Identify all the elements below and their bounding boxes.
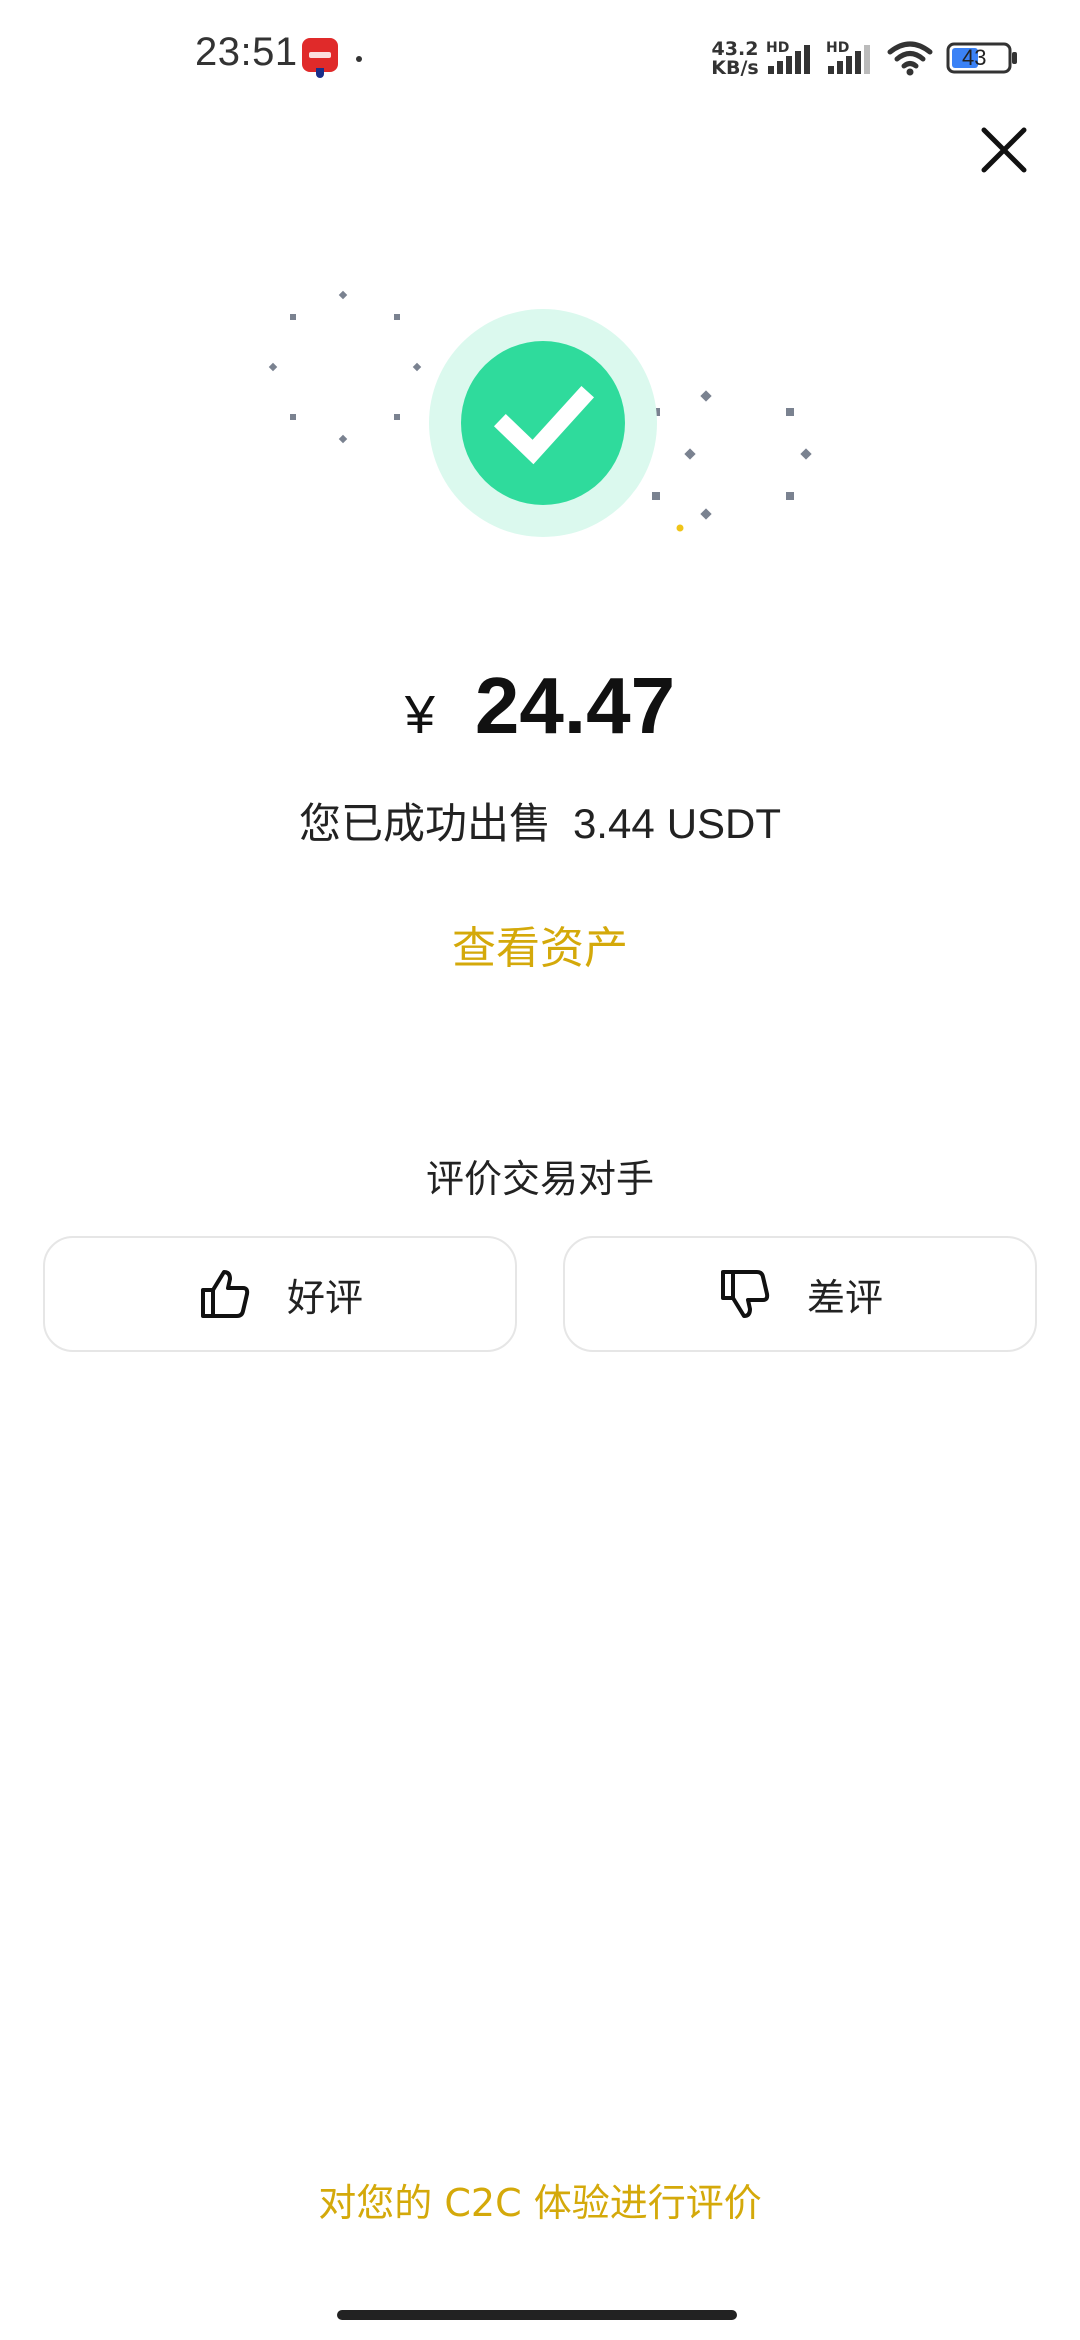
sold-amount: 3.44 xyxy=(572,800,655,847)
wifi-icon xyxy=(886,38,934,78)
status-time: 23:51 xyxy=(195,30,298,74)
sold-unit: USDT xyxy=(666,800,782,847)
payment-app-icon-tail xyxy=(316,68,324,78)
notification-dot-icon xyxy=(356,56,362,62)
sold-label: 您已成功出售 xyxy=(298,799,551,848)
c2c-feedback-link[interactable]: 对您的 C2C 体验进行评价 xyxy=(0,2172,1080,2227)
bad-rating-label: 差评 xyxy=(806,1275,883,1320)
success-illustration xyxy=(250,280,830,550)
currency-symbol: ¥ xyxy=(404,685,435,745)
thumbs-down-icon xyxy=(720,1270,770,1318)
cell-signal-2-icon: HD xyxy=(826,40,876,76)
amount-row: ¥ 24.47 xyxy=(0,660,1080,752)
payment-app-icon xyxy=(302,38,338,72)
net-speed: 43.2 KB/s xyxy=(710,40,760,78)
thumbs-up-icon xyxy=(200,1270,250,1318)
close-icon xyxy=(981,127,1027,173)
decorative-dots-right xyxy=(652,390,812,520)
good-rating-label: 好评 xyxy=(286,1275,363,1320)
home-indicator[interactable] xyxy=(337,2310,737,2320)
cell-signal-icon: HD xyxy=(766,40,816,76)
view-assets-link[interactable]: 查看资产 xyxy=(0,912,1080,976)
close-button[interactable] xyxy=(976,122,1032,178)
rate-counterparty-title: 评价交易对手 xyxy=(425,1157,654,1201)
net-speed-unit: KB/s xyxy=(711,57,759,79)
sold-summary: 您已成功出售 3.44 USDT xyxy=(0,790,1080,851)
amount-value: 24.47 xyxy=(474,661,676,750)
decorative-dots-left xyxy=(268,290,422,444)
battery-icon: 43 xyxy=(946,40,1020,76)
check-circle-icon xyxy=(429,309,657,537)
good-rating-button[interactable]: 好评 xyxy=(43,1236,517,1352)
bad-rating-button[interactable]: 差评 xyxy=(563,1236,1037,1352)
battery-level: 43 xyxy=(962,45,987,70)
